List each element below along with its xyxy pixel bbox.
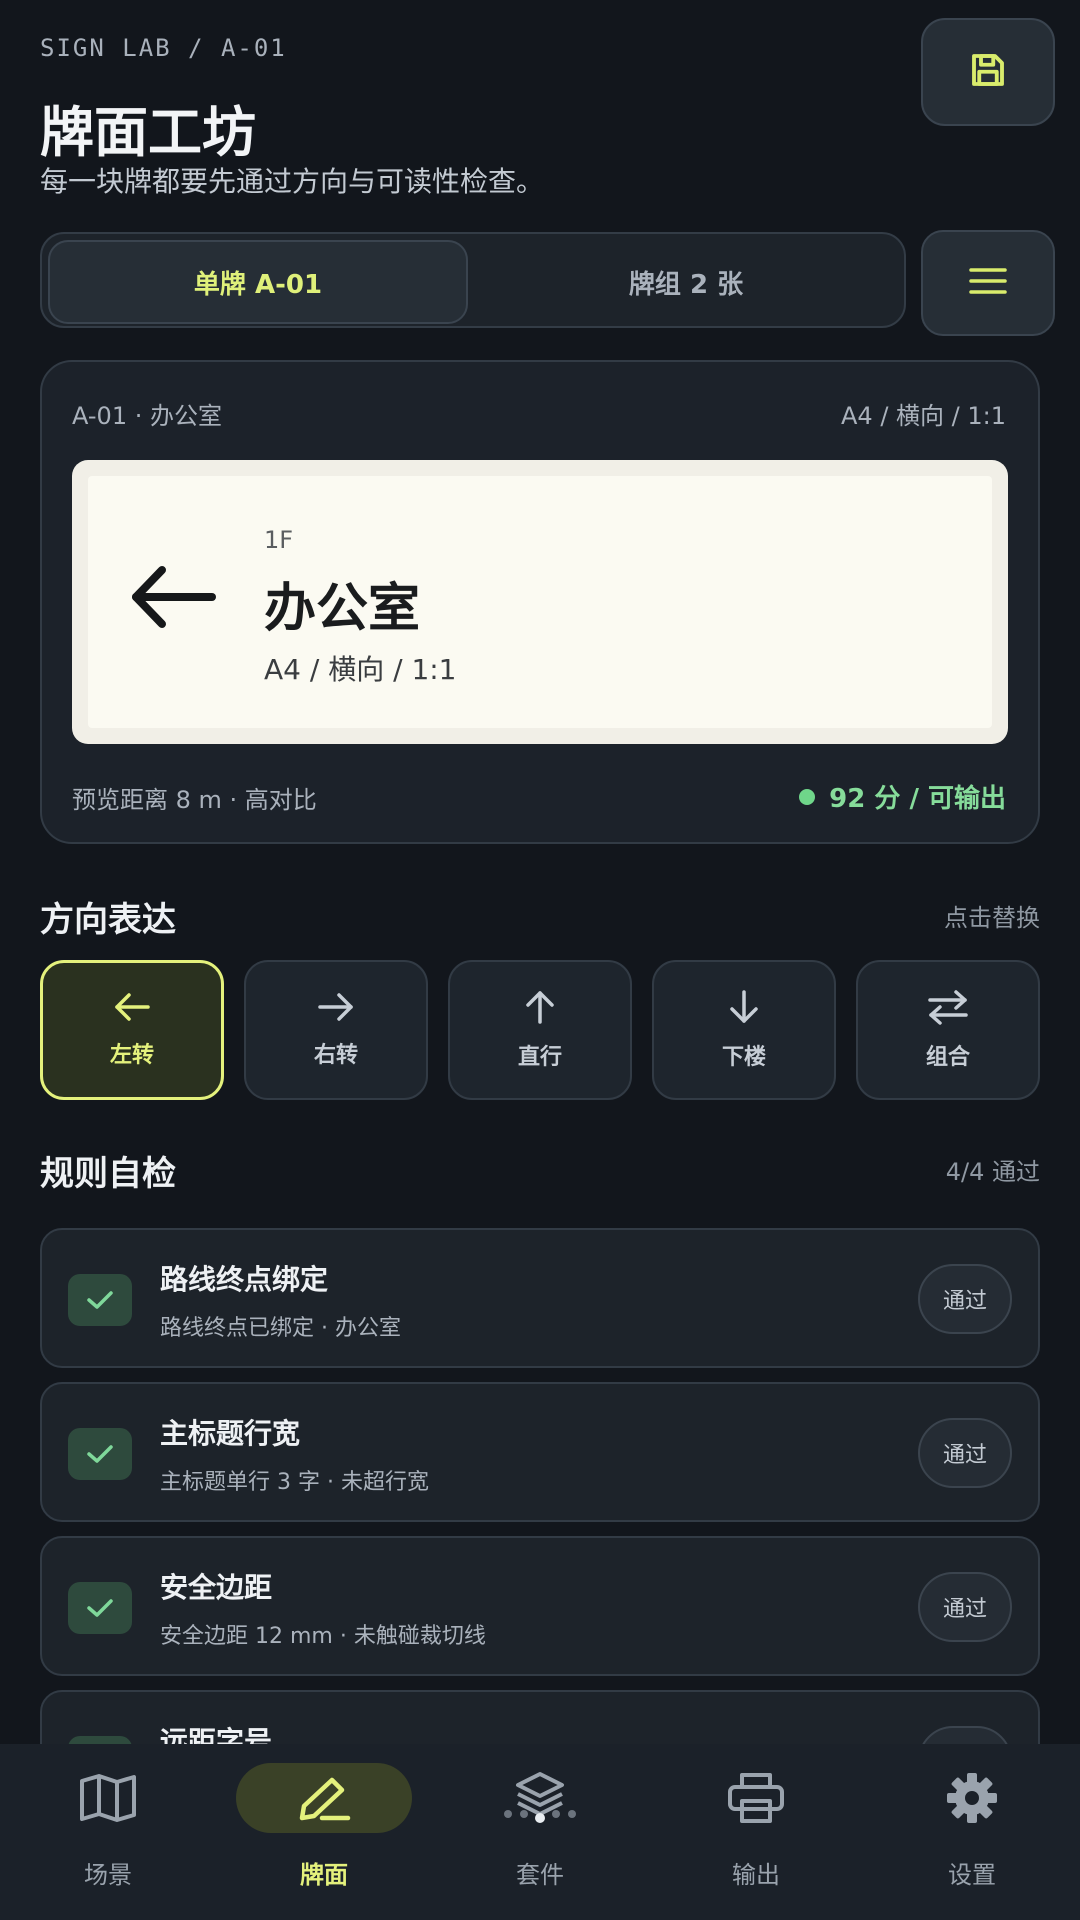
direction-straight-button[interactable]: 直行 — [448, 960, 632, 1100]
pen-icon — [236, 1762, 412, 1833]
layers-icon — [498, 1760, 582, 1835]
rule-pass-badge[interactable]: 通过 — [918, 1418, 1012, 1488]
rule-pass-badge[interactable]: 通过 — [918, 1572, 1012, 1642]
sign-spec-label: A4 / 横向 / 1:1 — [264, 653, 457, 686]
preview-distance-label: 预览距离 8 m · 高对比 — [72, 786, 317, 814]
menu-icon — [968, 266, 1008, 300]
rule-title: 安全边距 — [160, 1571, 273, 1604]
rule-item[interactable]: 安全边距 安全边距 12 mm · 未触碰裁切线 通过 — [40, 1536, 1040, 1676]
status-dot-icon — [799, 788, 816, 805]
rules-section-title: 规则自检 — [40, 1154, 176, 1194]
rule-item[interactable]: 路线终点绑定 路线终点已绑定 · 办公室 通过 — [40, 1228, 1040, 1368]
direction-combo-button[interactable]: 组合 — [856, 960, 1040, 1100]
arrow-right-icon — [316, 991, 356, 1027]
breadcrumb: SIGN LAB / A-01 — [40, 34, 287, 62]
tab-label: 牌面 — [300, 1861, 348, 1889]
rule-pass-badge[interactable]: 通过 — [918, 1264, 1012, 1334]
swap-arrows-icon — [926, 989, 970, 1029]
page-title: 牌面工坊 — [40, 101, 256, 164]
tab-label: 套件 — [516, 1861, 564, 1889]
tab-scene[interactable]: 场景 — [0, 1760, 216, 1890]
sign-canvas[interactable] — [72, 460, 1008, 744]
rule-detail: 路线终点已绑定 · 办公室 — [160, 1316, 401, 1341]
sign-main-title: 办公室 — [264, 579, 421, 639]
check-icon — [68, 1274, 132, 1326]
rule-detail: 主标题单行 3 字 · 未超行宽 — [160, 1470, 429, 1495]
directions-hint: 点击替换 — [944, 904, 1040, 932]
check-icon — [68, 1582, 132, 1634]
direction-downstairs-button[interactable]: 下楼 — [652, 960, 836, 1100]
rule-detail: 安全边距 12 mm · 未触碰裁切线 — [160, 1624, 486, 1649]
gear-icon — [945, 1760, 999, 1835]
score-status: 92 分 / 可输出 — [799, 778, 1006, 815]
tab-label: 场景 — [84, 1861, 132, 1889]
direction-label: 右转 — [313, 1043, 358, 1068]
segment-single-sign[interactable]: 单牌 A-01 — [48, 240, 468, 324]
rule-item[interactable]: 主标题行宽 主标题单行 3 字 · 未超行宽 通过 — [40, 1382, 1040, 1522]
direction-label: 组合 — [925, 1045, 970, 1070]
rules-summary: 4/4 通过 — [945, 1158, 1040, 1186]
save-icon — [967, 49, 1009, 95]
direction-left-button[interactable]: 左转 — [40, 960, 224, 1100]
save-button[interactable] — [921, 18, 1055, 126]
menu-button[interactable] — [921, 230, 1055, 336]
direction-label: 左转 — [109, 1043, 154, 1068]
tab-settings[interactable]: 设置 — [864, 1760, 1080, 1890]
tab-output[interactable]: 输出 — [648, 1760, 864, 1890]
arrow-down-icon — [728, 989, 760, 1029]
arrow-left-icon — [112, 991, 152, 1027]
rule-title: 路线终点绑定 — [160, 1263, 329, 1296]
arrow-up-icon — [524, 989, 556, 1029]
rule-title: 主标题行宽 — [160, 1417, 301, 1450]
sign-floor-label: 1F — [264, 526, 294, 554]
view-segmented-control: 单牌 A-01 牌组 2 张 — [40, 232, 906, 328]
directions-section-title: 方向表达 — [40, 900, 176, 940]
tab-sign-face[interactable]: 牌面 — [216, 1760, 432, 1890]
printer-icon — [726, 1760, 786, 1835]
score-label: 92 分 / 可输出 — [829, 784, 1006, 814]
map-icon — [79, 1760, 137, 1835]
sign-format-label: A4 / 横向 / 1:1 — [841, 402, 1006, 430]
page-subtitle: 每一块牌都要先通过方向与可读性检查。 — [40, 165, 545, 198]
tab-label: 设置 — [948, 1861, 996, 1889]
direction-label: 直行 — [517, 1045, 562, 1070]
check-icon — [68, 1428, 132, 1480]
segment-sign-group[interactable]: 牌组 2 张 — [476, 240, 896, 324]
direction-label: 下楼 — [721, 1045, 766, 1070]
tab-label: 输出 — [732, 1861, 780, 1889]
sign-id-label: A-01 · 办公室 — [72, 402, 222, 430]
direction-right-button[interactable]: 右转 — [244, 960, 428, 1100]
arrow-left-icon — [128, 564, 218, 634]
tab-kit[interactable]: 套件 — [432, 1760, 648, 1890]
